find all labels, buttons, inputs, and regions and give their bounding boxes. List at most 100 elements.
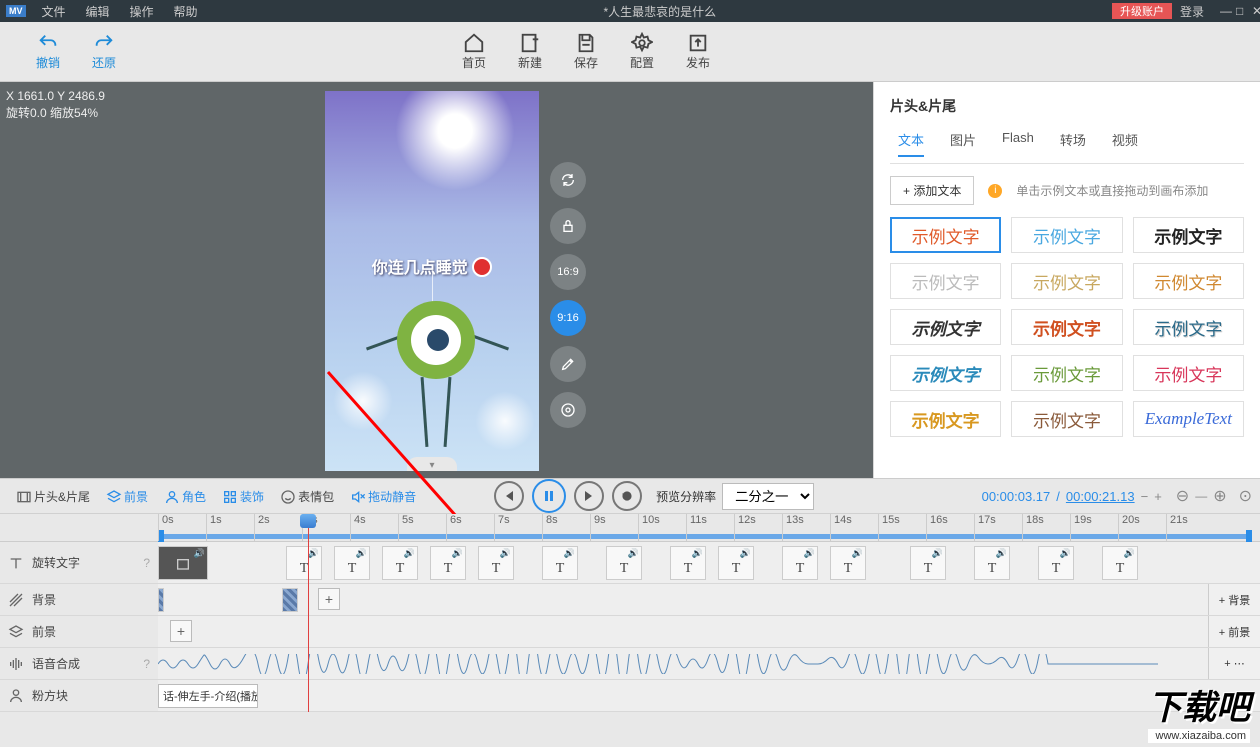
text-sample[interactable]: 示例文字	[890, 263, 1001, 299]
next-button[interactable]	[574, 481, 604, 511]
maximize-icon[interactable]: □	[1228, 4, 1244, 18]
character-body[interactable]	[397, 301, 475, 379]
undo-button[interactable]: 撤销	[20, 32, 76, 71]
ratio-9-16-button[interactable]: 9:16	[550, 300, 586, 336]
new-button[interactable]: 新建	[502, 32, 558, 71]
text-sample[interactable]: 示例文字	[1011, 355, 1122, 391]
sound-icon[interactable]: 🔊	[1124, 548, 1135, 559]
timeline-clip[interactable]: 🔊T	[974, 546, 1010, 580]
close-icon[interactable]: ✕	[1244, 4, 1260, 18]
timeline-clip[interactable]: 🔊	[158, 546, 208, 580]
lock-icon[interactable]	[550, 208, 586, 244]
sound-icon[interactable]: 🔊	[564, 548, 575, 559]
redo-button[interactable]: 还原	[76, 32, 132, 71]
sound-icon[interactable]: 🔊	[452, 548, 463, 559]
upgrade-button[interactable]: 升级账户	[1112, 3, 1172, 19]
toolbar-mute[interactable]: 拖动静音	[342, 488, 424, 505]
playhead[interactable]	[308, 514, 309, 712]
settings-icon[interactable]	[550, 392, 586, 428]
add-text-button[interactable]: + 添加文本	[890, 176, 974, 205]
timeline-clip[interactable]: 🔊T	[542, 546, 578, 580]
sound-icon[interactable]: 🔊	[804, 548, 815, 559]
help-icon[interactable]: ?	[143, 556, 150, 570]
add-clip-button[interactable]: +	[318, 588, 340, 610]
sound-icon[interactable]: 🔊	[852, 548, 863, 559]
track-content[interactable]: 🔊 🔊T🔊T🔊T🔊T🔊T🔊T🔊T🔊T🔊T🔊T🔊T🔊T🔊T🔊T🔊T	[158, 542, 1260, 583]
timeline-clip[interactable]: 🔊T	[382, 546, 418, 580]
home-button[interactable]: 首页	[446, 32, 502, 71]
zoom-fit-icon[interactable]: ⊙	[1239, 486, 1252, 506]
text-sample[interactable]: 示例文字	[1133, 355, 1244, 391]
minimize-icon[interactable]: —	[1212, 4, 1228, 18]
loop-button[interactable]	[612, 481, 642, 511]
range-end-handle[interactable]	[1246, 530, 1252, 542]
toolbar-grid[interactable]: 装饰	[214, 488, 272, 505]
text-sample[interactable]: 示例文字	[1133, 217, 1244, 253]
text-sample[interactable]: 示例文字	[1011, 309, 1122, 345]
save-button[interactable]: 保存	[558, 32, 614, 71]
sound-icon[interactable]: 🔊	[692, 548, 703, 559]
help-icon[interactable]: ?	[143, 657, 150, 671]
sound-icon[interactable]: 🔊	[932, 548, 943, 559]
tab-video[interactable]: 视频	[1112, 130, 1138, 157]
timeline-clip[interactable]: 🔊T	[430, 546, 466, 580]
text-sample[interactable]: ExampleText	[1133, 401, 1244, 437]
prev-button[interactable]	[494, 481, 524, 511]
text-sample[interactable]: 示例文字	[1133, 263, 1244, 299]
sound-icon[interactable]: 🔊	[1060, 548, 1071, 559]
expand-toggle[interactable]: ▾	[407, 457, 457, 471]
toolbar-smile[interactable]: 表情包	[272, 488, 342, 505]
zoom-in-icon[interactable]: ⊕	[1213, 486, 1226, 506]
timeline-clip[interactable]: 🔊T	[830, 546, 866, 580]
text-sample[interactable]: 示例文字	[1011, 263, 1122, 299]
text-sample[interactable]: 示例文字	[890, 355, 1001, 391]
config-button[interactable]: 配置	[614, 32, 670, 71]
sound-icon[interactable]: 🔊	[500, 548, 511, 559]
edit-icon[interactable]	[550, 346, 586, 382]
timeline-clip[interactable]: 🔊T	[1102, 546, 1138, 580]
canvas-frame[interactable]: 你连几点睡觉 ▾	[325, 91, 539, 471]
timeline-clip[interactable]: 🔊T	[1038, 546, 1074, 580]
timeline-clip[interactable]: 🔊T	[334, 546, 370, 580]
time-ruler[interactable]: 0s1s2s3s4s5s6s7s8s9s10s11s12s13s14s15s16…	[0, 514, 1260, 542]
text-sample[interactable]: 示例文字	[890, 401, 1001, 437]
track-content[interactable]: 话-伸左手-介绍(播放完	[158, 680, 1260, 711]
tab-image[interactable]: 图片	[950, 130, 976, 157]
toolbar-film[interactable]: 片头&片尾	[8, 488, 98, 505]
track-content[interactable]: +	[158, 584, 1208, 615]
publish-button[interactable]: 发布	[670, 32, 726, 71]
tab-transition[interactable]: 转场	[1060, 130, 1086, 157]
text-sample[interactable]: 示例文字	[1133, 309, 1244, 345]
total-time[interactable]: 00:00:21.13	[1066, 489, 1135, 504]
sound-icon[interactable]: 🔊	[194, 548, 205, 559]
refresh-icon[interactable]	[550, 162, 586, 198]
timeline-clip[interactable]: 🔊T	[286, 546, 322, 580]
track-content[interactable]: +	[158, 616, 1208, 647]
timeline-clip[interactable]	[282, 588, 298, 612]
text-sample[interactable]: 示例文字	[1011, 401, 1122, 437]
sound-icon[interactable]: 🔊	[308, 548, 319, 559]
timeline-clip[interactable]: 🔊T	[478, 546, 514, 580]
text-sample[interactable]: 示例文字	[890, 309, 1001, 345]
text-sample[interactable]: 示例文字	[890, 217, 1001, 253]
time-minus[interactable]: −	[1141, 489, 1149, 504]
sound-icon[interactable]: 🔊	[996, 548, 1007, 559]
add-clip-button[interactable]: +	[170, 620, 192, 642]
sound-icon[interactable]: 🔊	[356, 548, 367, 559]
timeline-clip[interactable]: 🔊T	[718, 546, 754, 580]
login-button[interactable]: 登录	[1172, 3, 1212, 20]
tab-text[interactable]: 文本	[898, 130, 924, 157]
add-tts-button[interactable]: + ⋯	[1208, 648, 1260, 679]
timeline-clip[interactable]: 🔊T	[670, 546, 706, 580]
time-plus[interactable]: +	[1154, 489, 1162, 504]
zoom-out-icon[interactable]: ⊖	[1176, 486, 1189, 506]
sound-icon[interactable]: 🔊	[404, 548, 415, 559]
timeline-clip[interactable]: 话-伸左手-介绍(播放完	[158, 684, 258, 708]
add-bg-button[interactable]: + 背景	[1208, 584, 1260, 615]
timeline-clip[interactable]: 🔊T	[606, 546, 642, 580]
toolbar-layers[interactable]: 前景	[98, 488, 156, 505]
menu-edit[interactable]: 编辑	[76, 3, 120, 20]
sound-icon[interactable]: 🔊	[628, 548, 639, 559]
add-fg-button[interactable]: + 前景	[1208, 616, 1260, 647]
menu-help[interactable]: 帮助	[164, 3, 208, 20]
